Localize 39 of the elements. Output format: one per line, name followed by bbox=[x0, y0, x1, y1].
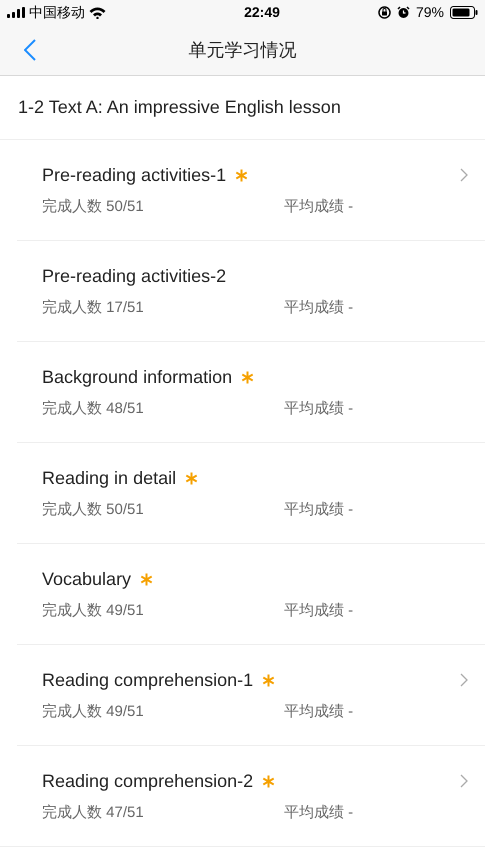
activity-title: Vocabulary bbox=[42, 568, 132, 591]
activity-title: Reading comprehension-2 bbox=[42, 770, 254, 793]
alarm-clock-icon bbox=[396, 6, 410, 19]
battery-icon bbox=[450, 6, 478, 19]
completed-count: 完成人数 48/51 bbox=[42, 399, 145, 419]
average-score: 平均成绩 - bbox=[284, 601, 354, 621]
clock-time: 22:49 bbox=[244, 3, 280, 22]
back-chevron-icon bbox=[24, 39, 36, 61]
carrier-name: 中国移动 bbox=[29, 3, 85, 22]
activity-title: Background information bbox=[42, 366, 232, 389]
activity-title: Pre-reading activities-1 bbox=[42, 164, 226, 187]
completed-count: 完成人数 49/51 bbox=[42, 601, 145, 621]
activity-title: Pre-reading activities-2 bbox=[42, 264, 226, 288]
completed-count: 完成人数 47/51 bbox=[42, 803, 145, 823]
lesson-title: 1-2 Text A: An impressive English lesson bbox=[18, 96, 341, 119]
activity-row[interactable]: Pre-reading activities-2 完成人数 17/51 平均成绩 - bbox=[17, 241, 485, 342]
activity-title: Reading in detail bbox=[42, 466, 176, 490]
average-score: 平均成绩 - bbox=[284, 500, 354, 520]
activity-row[interactable]: Reading comprehension-1 完成人数 49/51 平均成绩 - bbox=[17, 645, 485, 746]
average-score: 平均成绩 - bbox=[284, 197, 354, 217]
activity-row[interactable]: Reading comprehension-2 完成人数 47/51 平均成绩 - bbox=[0, 746, 485, 847]
average-score: 平均成绩 - bbox=[284, 702, 354, 722]
rotation-lock-icon bbox=[378, 6, 391, 19]
average-score: 平均成绩 - bbox=[284, 399, 354, 419]
battery-percent: 79% bbox=[416, 3, 444, 22]
average-score: 平均成绩 - bbox=[284, 298, 354, 318]
signal-icon bbox=[7, 7, 25, 18]
activity-row[interactable]: Vocabulary 完成人数 49/51 平均成绩 - bbox=[17, 544, 485, 645]
completed-count: 完成人数 50/51 bbox=[42, 500, 145, 520]
activity-title: Reading comprehension-1 bbox=[42, 668, 254, 692]
activity-row[interactable]: Pre-reading activities-1 完成人数 50/51 平均成绩 - bbox=[17, 140, 485, 241]
activity-row[interactable]: Reading in detail 完成人数 50/51 平均成绩 - bbox=[17, 443, 485, 544]
completed-count: 完成人数 17/51 bbox=[42, 298, 145, 318]
activity-row[interactable]: Background information 完成人数 48/51 平均成绩 - bbox=[17, 342, 485, 443]
page-title: 单元学习情况 bbox=[188, 38, 296, 62]
completed-count: 完成人数 49/51 bbox=[42, 702, 145, 722]
average-score: 平均成绩 - bbox=[284, 803, 354, 823]
wifi-icon bbox=[89, 6, 106, 18]
completed-count: 完成人数 50/51 bbox=[42, 197, 145, 217]
